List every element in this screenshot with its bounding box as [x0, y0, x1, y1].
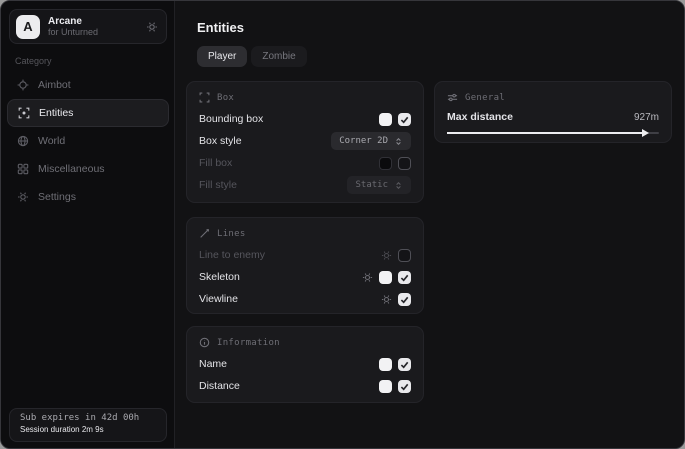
sidebar-item-label: Miscellaneous [38, 163, 105, 175]
viewline-settings-gear-icon[interactable] [381, 294, 392, 305]
sidebar-item-label: Settings [38, 191, 76, 203]
tab-player[interactable]: Player [197, 46, 247, 67]
sidebar-item-aimbot[interactable]: Aimbot [7, 71, 169, 99]
distance-label: Distance [199, 380, 240, 392]
box-style-row: Box style Corner 2D [199, 130, 411, 152]
skeleton-settings-gear-icon[interactable] [362, 272, 373, 283]
fill-style-row: Fill style Static [199, 174, 411, 196]
skeleton-checkbox[interactable] [398, 271, 411, 284]
lines-section-header: Lines [199, 228, 411, 239]
box-card: Box Bounding box Box style Corner 2D [186, 81, 424, 203]
line-to-enemy-settings-gear-icon[interactable] [381, 250, 392, 261]
lines-section-title: Lines [217, 229, 246, 239]
viewline-checkbox[interactable] [398, 293, 411, 306]
session-duration-text: Session duration 2m 9s [20, 425, 156, 434]
viewline-row: Viewline [199, 288, 411, 310]
general-section-header: General [447, 92, 659, 103]
max-distance-slider-thumb[interactable] [642, 129, 649, 137]
fill-style-label: Fill style [199, 179, 237, 191]
information-section-title: Information [217, 338, 280, 348]
category-label: Category [15, 56, 52, 66]
general-section-title: General [465, 93, 505, 103]
name-row: Name [199, 353, 411, 375]
fill-box-checkbox[interactable] [398, 157, 411, 170]
sidebar-item-miscellaneous[interactable]: Miscellaneous [7, 155, 169, 183]
box-style-label: Box style [199, 135, 242, 147]
name-checkbox[interactable] [398, 358, 411, 371]
fill-box-row: Fill box [199, 152, 411, 174]
sidebar-item-label: Entities [39, 107, 73, 119]
crosshair-icon [17, 79, 29, 91]
distance-row: Distance [199, 375, 411, 397]
skeleton-row: Skeleton [199, 266, 411, 288]
distance-checkbox[interactable] [398, 380, 411, 393]
sidebar: A Arcane for Unturned Category A [1, 1, 175, 448]
bounding-box-row: Bounding box [199, 108, 411, 130]
chevron-up-down-icon [394, 181, 403, 190]
skeleton-label: Skeleton [199, 271, 240, 283]
name-color-swatch[interactable] [379, 358, 392, 371]
fill-style-dropdown[interactable]: Static [347, 176, 411, 194]
sidebar-item-label: World [38, 135, 65, 147]
box-corners-icon [199, 92, 210, 103]
sidebar-item-world[interactable]: World [7, 127, 169, 155]
brand-card: A Arcane for Unturned [9, 9, 167, 44]
distance-color-swatch[interactable] [379, 380, 392, 393]
box-section-title: Box [217, 93, 234, 103]
brand-text: Arcane for Unturned [48, 16, 138, 38]
sub-expiry-text: Sub expires in 42d 00h [20, 413, 156, 423]
line-to-enemy-label: Line to enemy [199, 249, 265, 261]
pencil-line-icon [199, 228, 210, 239]
arcane-window: A Arcane for Unturned Category A [0, 0, 685, 449]
tab-zombie[interactable]: Zombie [251, 46, 306, 67]
grid-icon [17, 163, 29, 175]
information-section-header: Information [199, 337, 411, 348]
name-label: Name [199, 358, 227, 370]
max-distance-label: Max distance [447, 111, 513, 123]
info-icon [199, 337, 210, 348]
app-logo: A [16, 15, 40, 39]
gear-icon [17, 191, 29, 203]
app-subtitle: for Unturned [48, 27, 138, 37]
sidebar-item-label: Aimbot [38, 79, 71, 91]
box-style-value: Corner 2D [339, 136, 388, 146]
fill-box-label: Fill box [199, 157, 232, 169]
app-title: Arcane [48, 16, 138, 28]
entity-tabs: Player Zombie [197, 46, 307, 67]
box-style-dropdown[interactable]: Corner 2D [331, 132, 411, 150]
page-title: Entities [197, 20, 244, 35]
bounding-box-label: Bounding box [199, 113, 263, 125]
sidebar-item-settings[interactable]: Settings [7, 183, 169, 211]
subscription-card: Sub expires in 42d 00h Session duration … [9, 408, 167, 442]
lines-card: Lines Line to enemy Skeleton [186, 217, 424, 314]
information-card: Information Name Distance [186, 326, 424, 403]
general-card: General Max distance 927m [434, 81, 672, 143]
line-to-enemy-row: Line to enemy [199, 244, 411, 266]
sidebar-nav: Aimbot Entities World [7, 71, 169, 211]
max-distance-row: Max distance 927m [447, 108, 659, 126]
bounding-box-color-swatch[interactable] [379, 113, 392, 126]
skeleton-color-swatch[interactable] [379, 271, 392, 284]
entity-scan-icon [18, 107, 30, 119]
sidebar-item-entities[interactable]: Entities [7, 99, 169, 127]
fill-box-color-swatch[interactable] [379, 157, 392, 170]
max-distance-slider-fill [447, 132, 644, 134]
main-panel: Entities Player Zombie Box Bounding box [176, 1, 685, 448]
viewline-label: Viewline [199, 293, 238, 305]
sliders-icon [447, 92, 458, 103]
gear-icon[interactable] [146, 21, 158, 33]
max-distance-value: 927m [634, 112, 659, 123]
fill-style-value: Static [355, 180, 388, 190]
box-section-header: Box [199, 92, 411, 103]
chevron-up-down-icon [394, 137, 403, 146]
line-to-enemy-checkbox[interactable] [398, 249, 411, 262]
bounding-box-checkbox[interactable] [398, 113, 411, 126]
max-distance-slider[interactable] [447, 128, 659, 137]
globe-icon [17, 135, 29, 147]
